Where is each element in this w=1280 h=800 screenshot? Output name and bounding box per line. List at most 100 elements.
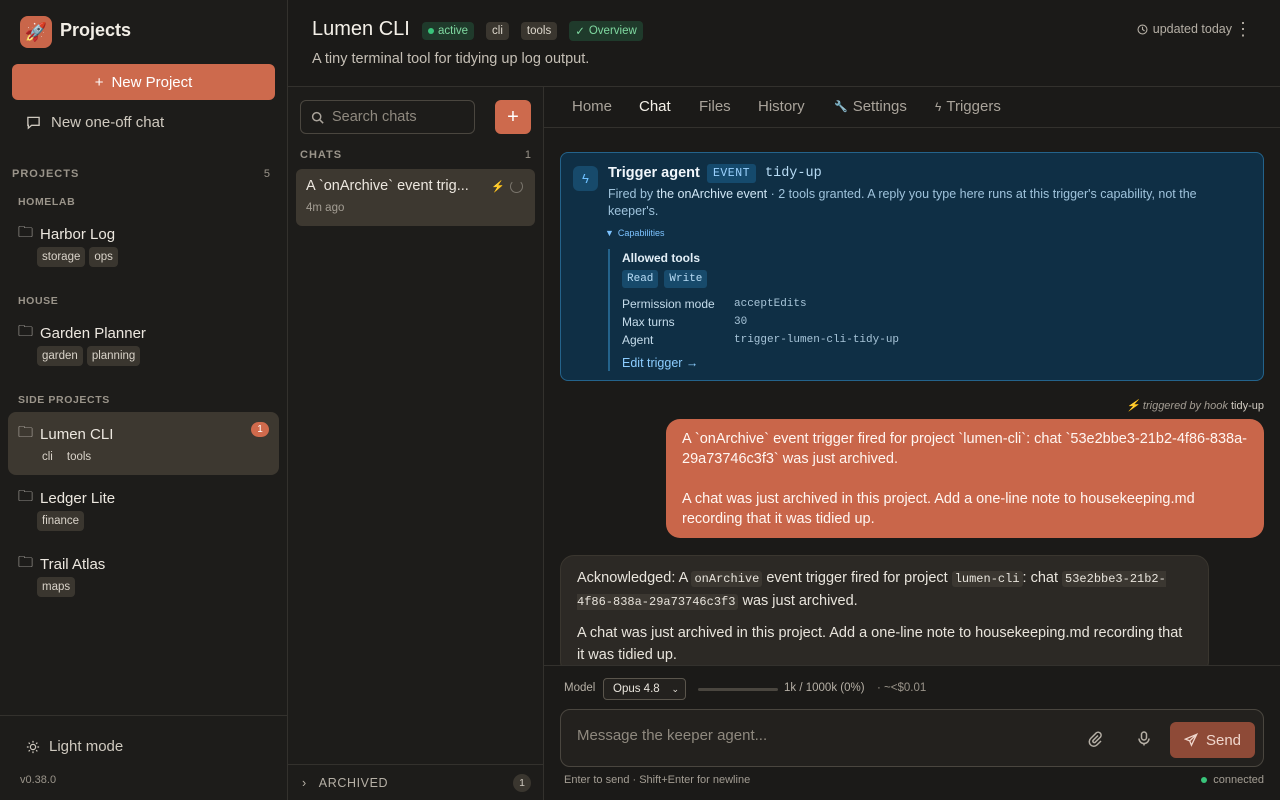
capabilities-panel: Allowed tools Read Write Permission mode… — [608, 249, 908, 371]
chat-list-item[interactable]: A `onArchive` event trig... ⚡ 4m ago — [296, 169, 535, 226]
status-dot — [428, 28, 434, 34]
context-usage-bar — [698, 688, 778, 691]
trigger-description: Fired by the onArchive event · 2 tools g… — [608, 187, 1197, 218]
capabilities-toggle[interactable]: ▼ Capabilities — [605, 225, 668, 239]
project-tag: ops — [89, 247, 118, 267]
new-project-label: New Project — [111, 73, 193, 91]
tab-history[interactable]: History — [758, 98, 805, 115]
model-select[interactable]: Opus 4.8 ⌄ — [603, 678, 686, 700]
new-one-off-chat-button[interactable]: New one-off chat — [26, 114, 164, 131]
chevron-right-icon: › — [302, 775, 307, 790]
caret-down-icon: ▼ — [605, 228, 614, 238]
project-name: Ledger Lite — [40, 490, 116, 507]
permission-mode-label: Permission mode — [622, 297, 715, 311]
send-button[interactable]: Send — [1170, 722, 1255, 758]
composer-hint: Enter to send · Shift+Enter for newline — [564, 774, 751, 786]
clock-icon — [1137, 23, 1148, 35]
tab-triggers[interactable]: ϟ Triggers — [935, 98, 1001, 115]
brand-title: Projects — [60, 20, 132, 40]
sidebar-footer: Light mode v0.38.0 — [0, 715, 287, 800]
project-name: Lumen CLI — [40, 426, 114, 443]
max-turns-label: Max turns — [622, 315, 675, 329]
project-tabs: Home Chat Files History 🔧 Settings ϟ Trigg… — [544, 87, 1280, 128]
message-composer: Model Opus 4.8 ⌄ 1k / 1000k (0%) · ~<$0.0… — [544, 665, 1280, 800]
project-tag: tools — [66, 451, 92, 463]
tab-files[interactable]: Files — [699, 98, 731, 115]
assistant-message-paragraph: Acknowledged: A onArchive event trigger … — [577, 570, 1166, 610]
sun-icon — [26, 740, 40, 753]
connection-status: connected — [1201, 774, 1264, 786]
sidebar-project-harbor-log[interactable]: 🗀 Harbor Log storage ops — [8, 212, 279, 274]
model-label: Model — [564, 682, 596, 694]
folder-icon: 🗀 — [18, 488, 34, 505]
chat-title: A `onArchive` event trig... — [306, 178, 469, 194]
allowed-tools-label: Allowed tools — [622, 251, 700, 265]
check-icon: ✓ — [575, 26, 585, 38]
edit-trigger-link[interactable]: Edit trigger → — [622, 356, 698, 370]
project-tag: maps — [37, 577, 76, 597]
agent-label: Agent — [622, 333, 654, 347]
group-label-house: HOUSE — [18, 295, 59, 307]
project-tag: cli — [42, 451, 53, 463]
light-mode-label: Light mode — [49, 738, 124, 755]
trigger-agent-card: ϟ Trigger agent EVENT tidy-up Fired by t… — [560, 152, 1264, 381]
paperclip-icon[interactable] — [1087, 730, 1103, 747]
max-turns-value: 30 — [734, 316, 748, 328]
chat-list-panel: Search chats + CHATS 1 A `onArchive` eve… — [288, 87, 544, 800]
sidebar-project-lumen-cli[interactable]: 🗀 Lumen CLI 1 cli tools — [8, 412, 279, 475]
lightning-icon: ⚡ — [491, 181, 505, 193]
trigger-name: tidy-up — [765, 166, 822, 181]
project-name: Trail Atlas — [40, 556, 106, 573]
unread-badge: 1 — [251, 422, 269, 437]
send-icon — [1183, 733, 1198, 747]
more-options-icon[interactable]: ⋮ — [1234, 20, 1252, 38]
new-project-button[interactable]: + New Project — [12, 64, 275, 100]
project-description: A tiny terminal tool for tidying up log … — [312, 51, 590, 67]
assistant-message: Acknowledged: A onArchive event trigger … — [560, 555, 1209, 665]
microphone-icon[interactable] — [1136, 730, 1152, 747]
app-version: v0.38.0 — [20, 774, 57, 786]
agent-value: trigger-lumen-cli-tidy-up — [734, 334, 900, 346]
assistant-message-paragraph: A chat was just archived in this project… — [577, 625, 1183, 663]
message-input[interactable]: Message the keeper agent... Send — [560, 709, 1264, 767]
user-message-paragraph: A `onArchive` event trigger fired for pr… — [682, 431, 1247, 467]
folder-icon: 🗀 — [18, 554, 34, 571]
message-placeholder: Message the keeper agent... — [577, 727, 768, 744]
project-tag: garden — [37, 346, 83, 366]
project-header: Lumen CLI active cli tools ✓ Overview A t… — [288, 0, 1280, 87]
chats-header: CHATS — [300, 149, 343, 161]
overview-badge[interactable]: ✓ Overview — [569, 21, 643, 41]
folder-icon: 🗀 — [18, 224, 34, 241]
search-input[interactable]: Search chats — [300, 100, 475, 134]
sidebar-project-ledger-lite[interactable]: 🗀 Ledger Lite finance — [8, 476, 279, 538]
trigger-card-title: Trigger agent — [608, 165, 700, 181]
sidebar: 🚀 Projects + New Project New one-off cha… — [0, 0, 288, 800]
sidebar-project-garden-planner[interactable]: 🗀 Garden Planner garden planning — [8, 311, 279, 373]
chevron-down-icon: ⌄ — [671, 683, 679, 694]
folder-icon: 🗀 — [18, 323, 34, 340]
projects-header: PROJECTS — [12, 168, 80, 180]
wrench-icon: 🔧 — [834, 101, 848, 113]
user-message: A `onArchive` event trigger fired for pr… — [666, 419, 1264, 538]
sidebar-project-trail-atlas[interactable]: 🗀 Trail Atlas maps — [8, 542, 279, 604]
new-chat-button[interactable]: + — [495, 100, 531, 134]
lightning-icon: ϟ — [573, 166, 598, 191]
chat-timestamp: 4m ago — [306, 202, 345, 214]
updated-indicator: updated today — [1137, 22, 1232, 36]
lightning-icon: ϟ — [935, 99, 942, 114]
tab-chat[interactable]: Chat — [639, 98, 671, 115]
light-mode-toggle[interactable]: Light mode — [26, 738, 123, 755]
page-title: Lumen CLI — [312, 18, 410, 40]
loading-spinner-icon — [510, 180, 523, 193]
chat-bubble-icon — [27, 116, 40, 130]
tab-home[interactable]: Home — [572, 98, 612, 115]
app-window: 🚀 Projects + New Project New one-off cha… — [0, 0, 1280, 800]
archived-section-toggle[interactable]: › ARCHIVED 1 — [288, 764, 543, 800]
permission-mode-value: acceptEdits — [734, 298, 807, 310]
tab-settings[interactable]: 🔧 Settings — [834, 98, 907, 115]
tool-chip: Read — [622, 270, 659, 288]
group-label-side-projects: SIDE PROJECTS — [18, 394, 110, 406]
triggered-by-note: ⚡ triggered by hook tidy-up — [1126, 400, 1264, 412]
project-tag: storage — [37, 247, 86, 267]
search-icon — [311, 111, 324, 124]
